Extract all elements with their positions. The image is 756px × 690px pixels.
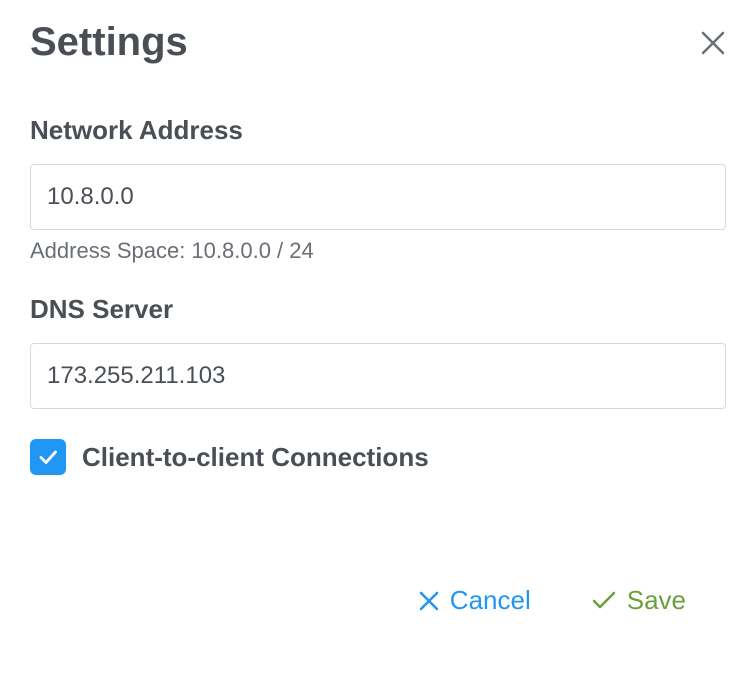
close-icon — [418, 590, 440, 612]
close-button[interactable] — [700, 30, 726, 56]
network-address-help: Address Space: 10.8.0.0 / 24 — [30, 238, 726, 264]
dialog-title: Settings — [30, 20, 188, 65]
dns-server-group: DNS Server — [30, 294, 726, 409]
dialog-footer: Cancel Save — [30, 585, 726, 616]
dns-server-label: DNS Server — [30, 294, 726, 325]
network-address-input[interactable] — [30, 164, 726, 230]
c2c-label: Client-to-client Connections — [82, 442, 429, 473]
dialog-header: Settings — [30, 20, 726, 65]
network-address-label: Network Address — [30, 115, 726, 146]
check-icon — [36, 445, 60, 469]
c2c-row: Client-to-client Connections — [30, 439, 726, 475]
c2c-checkbox[interactable] — [30, 439, 66, 475]
close-icon — [700, 30, 726, 56]
dns-server-input[interactable] — [30, 343, 726, 409]
check-icon — [591, 590, 617, 612]
network-address-group: Network Address Address Space: 10.8.0.0 … — [30, 115, 726, 264]
cancel-button[interactable]: Cancel — [418, 585, 531, 616]
save-label: Save — [627, 585, 686, 616]
save-button[interactable]: Save — [591, 585, 686, 616]
cancel-label: Cancel — [450, 585, 531, 616]
